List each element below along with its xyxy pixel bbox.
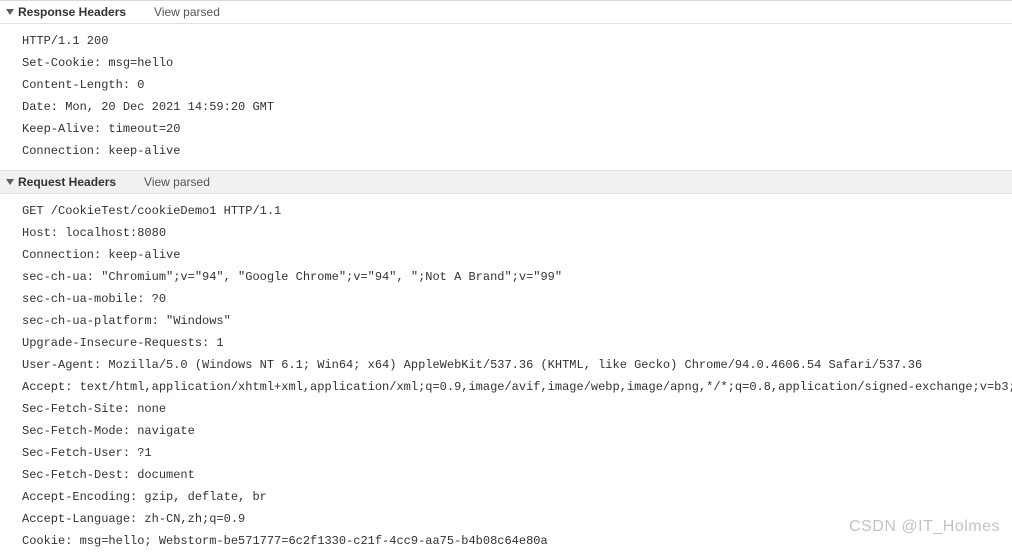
header-line: sec-ch-ua: "Chromium";v="94", "Google Ch…	[22, 266, 1012, 288]
header-line: Sec-Fetch-Mode: navigate	[22, 420, 1012, 442]
header-line: Connection: keep-alive	[22, 244, 1012, 266]
header-line: Cookie: msg=hello; Webstorm-be571777=6c2…	[22, 530, 1012, 552]
header-line: HTTP/1.1 200	[22, 30, 1012, 52]
response-headers-bar[interactable]: Response Headers View parsed	[0, 0, 1012, 24]
header-line: Keep-Alive: timeout=20	[22, 118, 1012, 140]
request-headers-bar[interactable]: Request Headers View parsed	[0, 170, 1012, 194]
disclosure-triangle-icon[interactable]	[6, 179, 14, 185]
request-headers-content: GET /CookieTest/cookieDemo1 HTTP/1.1 Hos…	[0, 194, 1012, 560]
disclosure-triangle-icon[interactable]	[6, 9, 14, 15]
response-headers-content: HTTP/1.1 200 Set-Cookie: msg=hello Conte…	[0, 24, 1012, 170]
header-line: Set-Cookie: msg=hello	[22, 52, 1012, 74]
header-line: Host: localhost:8080	[22, 222, 1012, 244]
header-line: User-Agent: Mozilla/5.0 (Windows NT 6.1;…	[22, 354, 1012, 376]
header-line: Upgrade-Insecure-Requests: 1	[22, 332, 1012, 354]
header-line: GET /CookieTest/cookieDemo1 HTTP/1.1	[22, 200, 1012, 222]
header-line: Sec-Fetch-Site: none	[22, 398, 1012, 420]
header-line: Accept-Encoding: gzip, deflate, br	[22, 486, 1012, 508]
header-line: Sec-Fetch-Dest: document	[22, 464, 1012, 486]
request-headers-title: Request Headers	[18, 175, 116, 189]
header-line: Accept: text/html,application/xhtml+xml,…	[22, 376, 1012, 398]
header-line: Sec-Fetch-User: ?1	[22, 442, 1012, 464]
response-headers-title: Response Headers	[18, 5, 126, 19]
header-line: Accept-Language: zh-CN,zh;q=0.9	[22, 508, 1012, 530]
header-line: Connection: keep-alive	[22, 140, 1012, 162]
header-line: sec-ch-ua-mobile: ?0	[22, 288, 1012, 310]
view-parsed-button[interactable]: View parsed	[154, 5, 220, 19]
header-line: sec-ch-ua-platform: "Windows"	[22, 310, 1012, 332]
header-line: Date: Mon, 20 Dec 2021 14:59:20 GMT	[22, 96, 1012, 118]
header-line: Content-Length: 0	[22, 74, 1012, 96]
view-parsed-button[interactable]: View parsed	[144, 175, 210, 189]
